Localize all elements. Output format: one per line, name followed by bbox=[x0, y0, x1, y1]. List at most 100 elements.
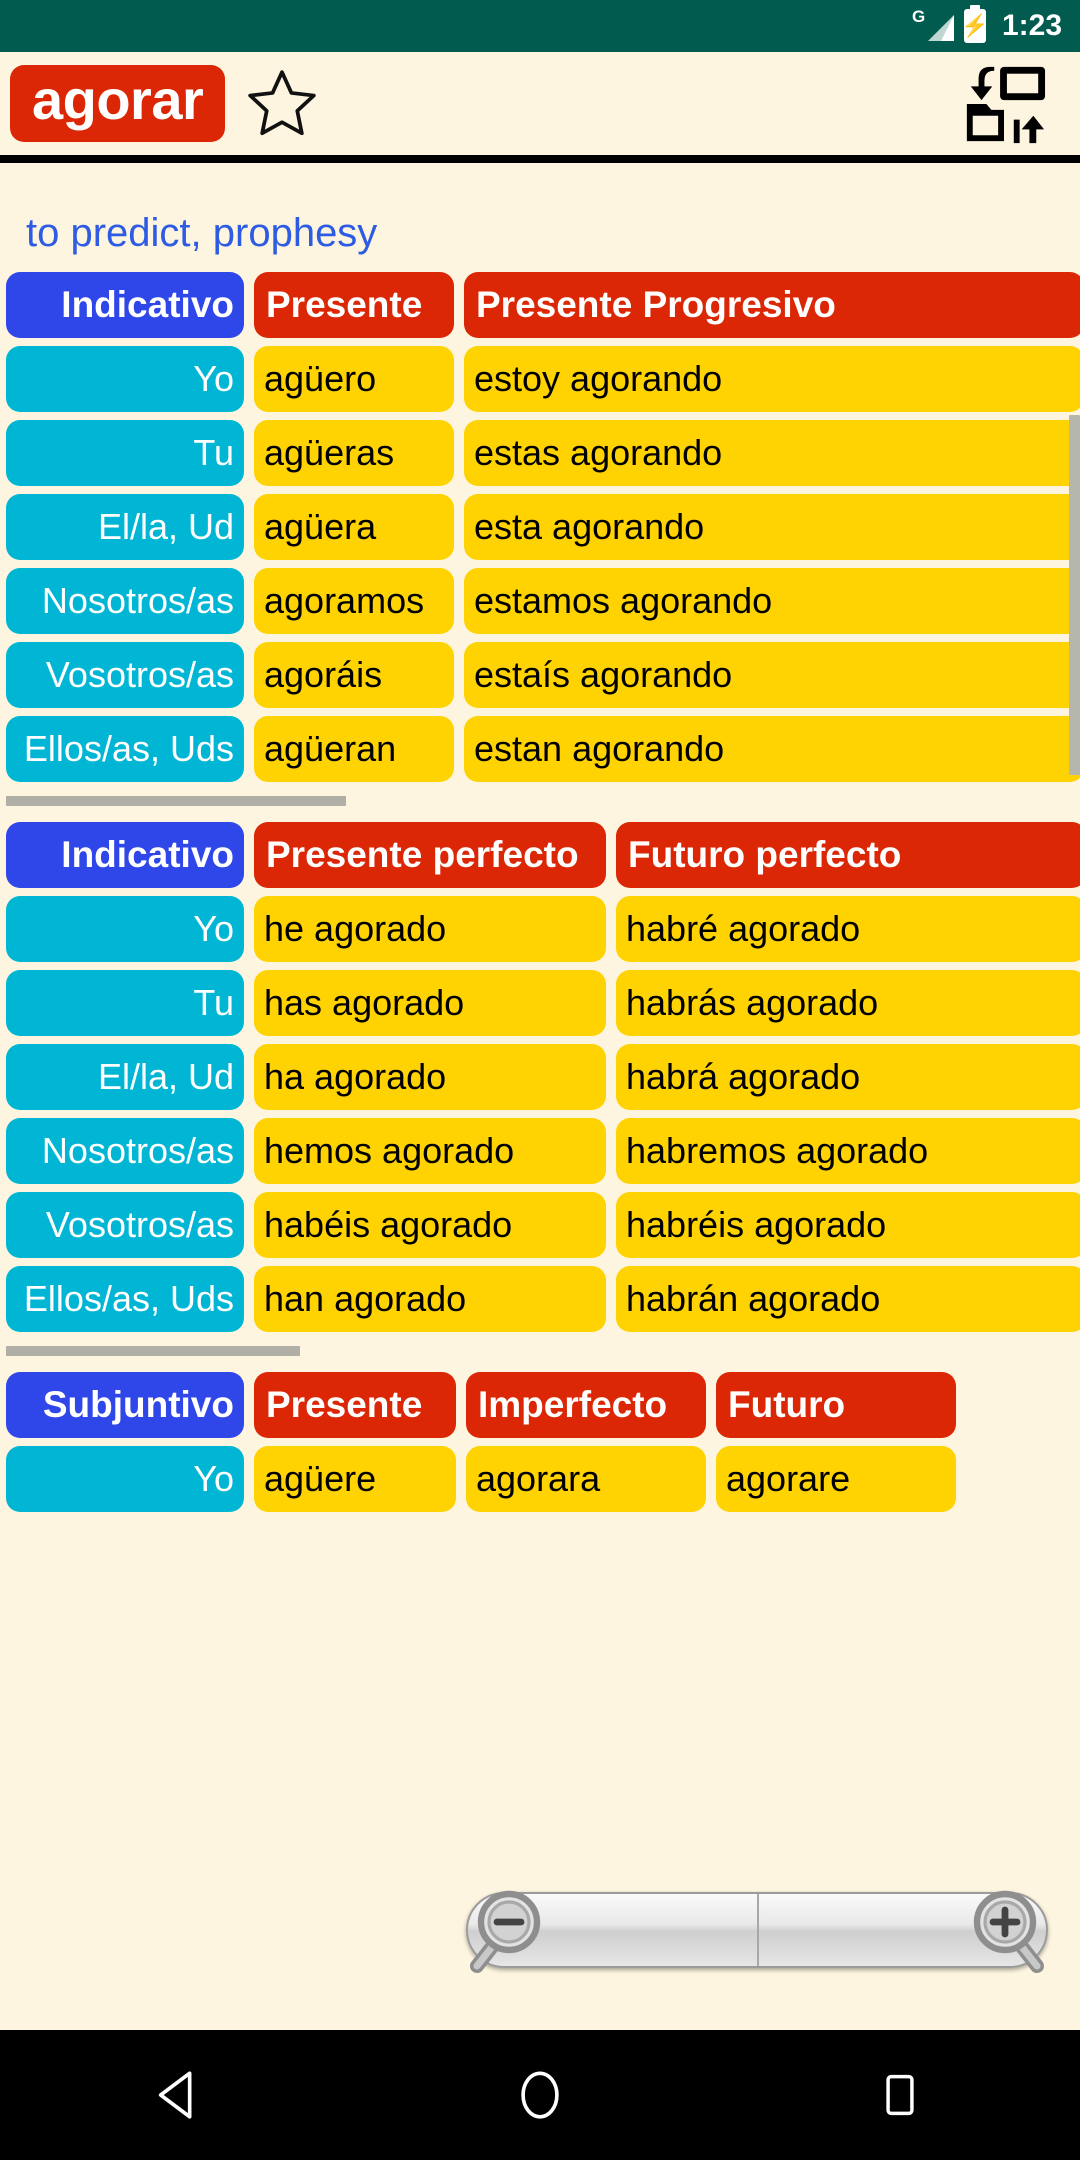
conjugation-cell: estan agorando bbox=[464, 716, 1080, 782]
conjugation-cell: habréis agorado bbox=[616, 1192, 1080, 1258]
table-header-row: Subjuntivo Presente Imperfecto Futuro bbox=[0, 1372, 1080, 1438]
conjugation-cell: habré agorado bbox=[616, 896, 1080, 962]
table-row: Yo agüere agorara agorare bbox=[0, 1446, 1080, 1512]
table-row: El/la, Ud agüera esta agorando bbox=[0, 494, 1080, 560]
verb-title-chip: agorar bbox=[10, 65, 226, 142]
conjugation-cell: hemos agorado bbox=[254, 1118, 606, 1184]
pronoun-cell: El/la, Ud bbox=[6, 1044, 244, 1110]
conjugation-cell: agüeras bbox=[254, 420, 454, 486]
battery-charging-icon: ⚡ bbox=[961, 9, 989, 43]
conjugation-cell: habrán agorado bbox=[616, 1266, 1080, 1332]
conjugation-cell: habremos agorado bbox=[616, 1118, 1080, 1184]
conjugation-cell: ha agorado bbox=[254, 1044, 606, 1110]
table-row: Tu has agorado habrás agorado bbox=[0, 970, 1080, 1036]
conjugation-cell: he agorado bbox=[254, 896, 606, 962]
webview-zoom-control[interactable] bbox=[466, 1890, 1048, 1973]
table-row: Nosotros/as agoramos estamos agorando bbox=[0, 568, 1080, 634]
conjugation-table[interactable]: Indicativo Presente perfecto Futuro perfec… bbox=[0, 822, 1080, 1332]
table-row: Nosotros/as hemos agorado habremos agorado bbox=[0, 1118, 1080, 1184]
tense-header-cell: Presente bbox=[254, 272, 454, 338]
signal-triangle-icon bbox=[927, 15, 954, 41]
tense-header-cell: Imperfecto bbox=[466, 1372, 706, 1438]
pronoun-cell: Yo bbox=[6, 1446, 244, 1512]
magnifier-plus-icon bbox=[973, 1890, 1044, 1973]
nav-home-button[interactable] bbox=[460, 2030, 620, 2160]
conjugation-cell: agorare bbox=[716, 1446, 956, 1512]
conjugation-cell: agüere bbox=[254, 1446, 456, 1512]
table-row: Ellos/as, Uds agüeran estan agorando bbox=[0, 716, 1080, 782]
tense-header-cell: Presente bbox=[254, 1372, 456, 1438]
signal-bars-icon: G bbox=[912, 8, 954, 44]
table-row: Vosotros/as agoráis estaís agorando bbox=[0, 642, 1080, 708]
table-row: Yo agüero estoy agorando bbox=[0, 346, 1080, 412]
pronoun-cell: Tu bbox=[6, 970, 244, 1036]
conjugation-cell: estaís agorando bbox=[464, 642, 1080, 708]
battery-bolt-glyph: ⚡ bbox=[961, 13, 989, 38]
recents-square-icon bbox=[886, 2074, 914, 2116]
pronoun-cell: Tu bbox=[6, 420, 244, 486]
conjugation-cell: estas agorando bbox=[464, 420, 1080, 486]
conjugation-cell: agüeran bbox=[254, 716, 454, 782]
table-row: El/la, Ud ha agorado habrá agorado bbox=[0, 1044, 1080, 1110]
table-row: Ellos/as, Uds han agorado habrán agorado bbox=[0, 1266, 1080, 1332]
conjugation-cell: habrá agorado bbox=[616, 1044, 1080, 1110]
pronoun-cell: Yo bbox=[6, 896, 244, 962]
conjugation-webview[interactable]: to predict, prophesy Indicativo Presente P… bbox=[0, 163, 1080, 2030]
swap-language-button[interactable] bbox=[956, 61, 1052, 147]
mood-header-cell: Indicativo bbox=[6, 272, 244, 338]
table-header-row: Indicativo Presente perfecto Futuro perfec… bbox=[0, 822, 1080, 888]
conjugation-cell: agüero bbox=[254, 346, 454, 412]
android-nav-bar bbox=[0, 2030, 1080, 2160]
table-row: Yo he agorado habré agorado bbox=[0, 896, 1080, 962]
conjugation-cell: estamos agorando bbox=[464, 568, 1080, 634]
conjugation-cell: agoramos bbox=[254, 568, 454, 634]
magnifier-minus-icon bbox=[470, 1890, 541, 1973]
favorite-star-button[interactable] bbox=[239, 61, 325, 147]
conjugation-cell: has agorado bbox=[254, 970, 606, 1036]
tense-header-cell: Futuro bbox=[716, 1372, 956, 1438]
pronoun-cell: Nosotros/as bbox=[6, 568, 244, 634]
conjugation-cell: han agorado bbox=[254, 1266, 606, 1332]
tense-header-cell: Futuro perfecto bbox=[616, 822, 1080, 888]
conjugation-cell: agorara bbox=[466, 1446, 706, 1512]
horizontal-scrollbar[interactable] bbox=[6, 796, 346, 806]
conjugation-cell: agoráis bbox=[254, 642, 454, 708]
zoom-out-button[interactable] bbox=[454, 1875, 564, 1985]
vertical-scrollbar-1[interactable] bbox=[1069, 415, 1080, 775]
pronoun-cell: El/la, Ud bbox=[6, 494, 244, 560]
mood-header-cell: Indicativo bbox=[6, 822, 244, 888]
pronoun-cell: Ellos/as, Uds bbox=[6, 1266, 244, 1332]
conjugation-tables: Indicativo Presente Presente Progresivo Yo a… bbox=[0, 272, 1080, 1512]
conjugation-table[interactable]: Subjuntivo Presente Imperfecto Futuro Yo agüe… bbox=[0, 1372, 1080, 1512]
pronoun-cell: Vosotros/as bbox=[6, 642, 244, 708]
pronoun-cell: Yo bbox=[6, 346, 244, 412]
conjugation-cell: esta agorando bbox=[464, 494, 1080, 560]
nav-recents-button[interactable] bbox=[820, 2030, 980, 2160]
conjugation-cell: agüera bbox=[254, 494, 454, 560]
network-type-label: G bbox=[911, 7, 926, 26]
zoom-control-divider bbox=[757, 1894, 759, 1966]
pronoun-cell: Nosotros/as bbox=[6, 1118, 244, 1184]
conjugation-cell: estoy agorando bbox=[464, 346, 1080, 412]
pronoun-cell: Vosotros/as bbox=[6, 1192, 244, 1258]
back-triangle-icon bbox=[158, 2071, 192, 2119]
zoom-in-button[interactable] bbox=[950, 1875, 1060, 1985]
home-circle-icon bbox=[521, 2071, 559, 2119]
app-bar: agorar bbox=[0, 52, 1080, 159]
conjugation-cell: habéis agorado bbox=[254, 1192, 606, 1258]
horizontal-scrollbar[interactable] bbox=[6, 1346, 300, 1356]
table-row: Tu agüeras estas agorando bbox=[0, 420, 1080, 486]
conjugation-table[interactable]: Indicativo Presente Presente Progresivo Yo a… bbox=[0, 272, 1080, 782]
status-bar-icons: G ⚡ 1:23 bbox=[912, 8, 1062, 44]
tense-header-cell: Presente Progresivo bbox=[464, 272, 1080, 338]
verb-translation: to predict, prophesy bbox=[26, 211, 378, 255]
star-outline-icon bbox=[248, 69, 317, 135]
table-row: Vosotros/as habéis agorado habréis agorado bbox=[0, 1192, 1080, 1258]
tense-header-cell: Presente perfecto bbox=[254, 822, 606, 888]
status-bar: G ⚡ 1:23 bbox=[0, 0, 1080, 52]
clock-time: 1:23 bbox=[1001, 9, 1062, 42]
table-header-row: Indicativo Presente Presente Progresivo bbox=[0, 272, 1080, 338]
mood-header-cell: Subjuntivo bbox=[6, 1372, 244, 1438]
swap-screens-icon bbox=[966, 66, 1046, 143]
nav-back-button[interactable] bbox=[100, 2030, 260, 2160]
